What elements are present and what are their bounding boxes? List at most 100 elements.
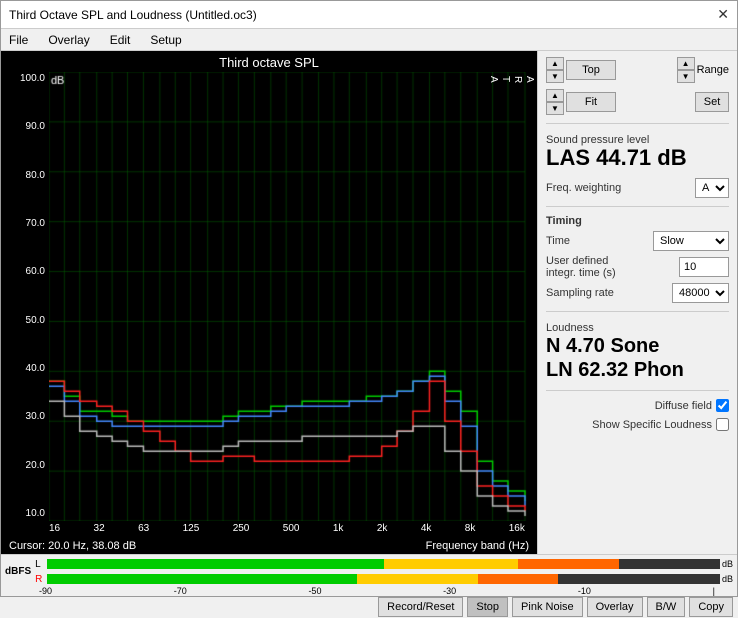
x-tick-1k: 1k (333, 523, 344, 534)
chart-area: Third octave SPL 100.0 90.0 80.0 70.0 60… (1, 51, 537, 554)
x-tick-16: 16 (49, 523, 60, 534)
x-tick-2k: 2k (377, 523, 388, 534)
r-label: R (35, 574, 45, 585)
scale-r80: | (713, 586, 715, 596)
y-tick-90: 90.0 (1, 122, 49, 132)
plot-area: ARTA (49, 72, 537, 521)
arta-label: ARTA (487, 76, 535, 83)
chart-title: Third octave SPL (1, 51, 537, 72)
l-meter (47, 559, 720, 569)
sampling-rate-label: Sampling rate (546, 287, 614, 299)
user-integr-label: User definedintegr. time (s) (546, 255, 616, 279)
x-tick-125: 125 (183, 523, 200, 534)
divider-1 (546, 123, 729, 124)
chart-info-bar: Cursor: 20.0 Hz, 38.08 dB Frequency band… (1, 538, 537, 554)
diffuse-field-row: Diffuse field (546, 399, 729, 412)
spl-value: LAS 44.71 dB (546, 146, 729, 170)
loudness-phon: LN 62.32 Phon (546, 358, 729, 382)
top-up-button[interactable]: ▲ (546, 57, 564, 70)
sampling-rate-row: Sampling rate 44100 48000 96000 (546, 283, 729, 303)
loudness-sone: N 4.70 Sone (546, 334, 729, 358)
scale-90: -90 (39, 586, 52, 596)
freq-weighting-select[interactable]: A B C D Z (695, 178, 729, 198)
right-panel: ▲ ▼ Top ▲ ▼ Range ▲ ▼ (537, 51, 737, 554)
spl-section: Sound pressure level LAS 44.71 dB (546, 132, 729, 170)
divider-2 (546, 206, 729, 207)
time-row: Time Slow Fast Impulse S-Impulse (546, 231, 729, 251)
bw-button[interactable]: B/W (647, 597, 686, 617)
range-down-button[interactable]: ▼ (677, 70, 695, 83)
scale-50: -50 (308, 586, 321, 596)
time-select[interactable]: Slow Fast Impulse S-Impulse (653, 231, 729, 251)
pink-noise-button[interactable]: Pink Noise (512, 597, 583, 617)
bottom-bar: dBFS L dB R (1, 554, 737, 596)
diffuse-field-label: Diffuse field (655, 400, 712, 412)
spl-canvas (49, 72, 537, 521)
y-tick-60: 60.0 (1, 267, 49, 277)
y-tick-40: 40.0 (1, 364, 49, 374)
divider-4 (546, 390, 729, 391)
overlay-button[interactable]: Overlay (587, 597, 643, 617)
show-specific-checkbox[interactable] (716, 418, 729, 431)
action-buttons-row: Record/Reset Stop Pink Noise Overlay B/W… (1, 596, 737, 618)
menu-file[interactable]: File (5, 32, 32, 48)
y-tick-20: 20.0 (1, 461, 49, 471)
top-down-button[interactable]: ▼ (546, 70, 564, 83)
r-meter (47, 574, 720, 584)
y-tick-10: 10.0 (1, 509, 49, 519)
x-axis: 16 32 63 125 250 500 1k 2k 4k 8k 16k (1, 521, 537, 538)
main-window: Third Octave SPL and Loudness (Untitled.… (0, 0, 738, 597)
r-db-unit: dB (722, 574, 733, 584)
dbfs-label: dBFS (5, 566, 31, 577)
title-bar: Third Octave SPL and Loudness (Untitled.… (1, 1, 737, 29)
x-tick-250: 250 (233, 523, 250, 534)
l-db-unit: dB (722, 559, 733, 569)
show-specific-label: Show Specific Loudness (592, 419, 712, 431)
top-nav-group: ▲ ▼ (546, 57, 564, 83)
menu-setup[interactable]: Setup (146, 32, 185, 48)
y-tick-50: 50.0 (1, 316, 49, 326)
loudness-section-label: Loudness (546, 322, 729, 334)
time-label: Time (546, 235, 570, 247)
record-reset-button[interactable]: Record/Reset (378, 597, 463, 617)
show-specific-row: Show Specific Loudness (546, 418, 729, 431)
main-area: Third octave SPL 100.0 90.0 80.0 70.0 60… (1, 51, 737, 554)
cursor-info: Cursor: 20.0 Hz, 38.08 dB (9, 540, 136, 552)
set-button[interactable]: Set (695, 92, 729, 112)
x-tick-8k: 8k (465, 523, 476, 534)
y-axis: 100.0 90.0 80.0 70.0 60.0 50.0 40.0 30.0… (1, 72, 49, 521)
copy-button[interactable]: Copy (689, 597, 733, 617)
freq-weighting-row: Freq. weighting A B C D Z (546, 178, 729, 198)
range-nav-group: ▲ ▼ (677, 57, 695, 83)
freq-label: Frequency band (Hz) (426, 540, 529, 552)
sampling-rate-select[interactable]: 44100 48000 96000 (672, 283, 729, 303)
stop-button[interactable]: Stop (467, 597, 508, 617)
x-tick-16k: 16k (509, 523, 525, 534)
x-tick-32: 32 (94, 523, 105, 534)
fit-button[interactable]: Fit (566, 92, 616, 112)
menu-edit[interactable]: Edit (106, 32, 135, 48)
fit-nav-group: ▲ ▼ (546, 89, 564, 115)
db-scale-row: -90 -70 -50 -30 -10 | (35, 586, 737, 596)
close-button[interactable]: ✕ (717, 6, 729, 23)
menu-bar: File Overlay Edit Setup (1, 29, 737, 51)
fit-up-button[interactable]: ▲ (546, 89, 564, 102)
top-button[interactable]: Top (566, 60, 616, 80)
y-tick-30: 30.0 (1, 412, 49, 422)
window-title: Third Octave SPL and Loudness (Untitled.… (9, 8, 257, 22)
l-label: L (35, 559, 45, 570)
user-integr-row: User definedintegr. time (s) (546, 255, 729, 279)
user-integr-input[interactable] (679, 257, 729, 277)
loudness-section: Loudness N 4.70 Sone LN 62.32 Phon (546, 320, 729, 382)
fit-down-button[interactable]: ▼ (546, 102, 564, 115)
divider-3 (546, 311, 729, 312)
menu-overlay[interactable]: Overlay (44, 32, 93, 48)
diffuse-field-checkbox[interactable] (716, 399, 729, 412)
x-tick-63: 63 (138, 523, 149, 534)
range-label: Range (697, 64, 729, 76)
timing-label: Timing (546, 215, 729, 227)
scale-30: -30 (443, 586, 456, 596)
range-up-button[interactable]: ▲ (677, 57, 695, 70)
x-tick-500: 500 (283, 523, 300, 534)
scale-70: -70 (174, 586, 187, 596)
